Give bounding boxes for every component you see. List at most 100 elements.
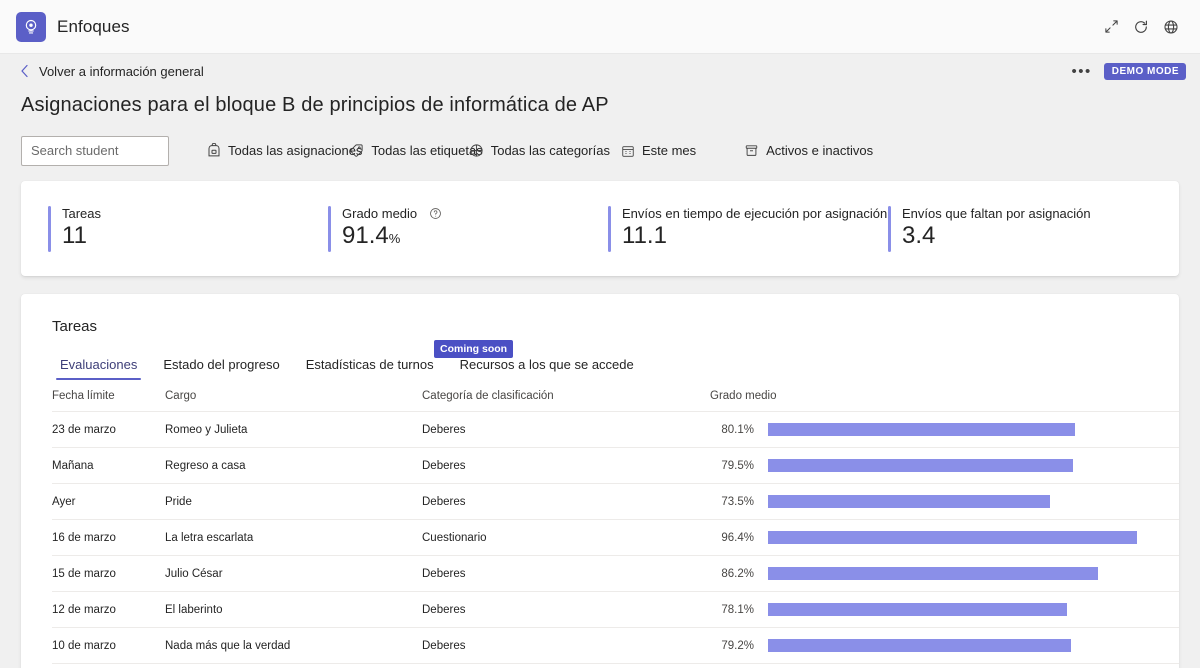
filter-all-tags-label: Todas las etiquetas — [371, 143, 483, 158]
table-row[interactable]: Mañana Regreso a casa Deberes 79.5% — [52, 448, 1179, 484]
kpi-tareas-value: 11 — [62, 222, 87, 250]
filter-this-month-label: Este mes — [641, 143, 697, 158]
cell-cargo: Pride — [165, 495, 192, 508]
column-header-fecha-limite[interactable]: Fecha límite — [52, 390, 165, 402]
grid-header-row: Fecha límite Cargo Categoría de clasific… — [52, 380, 1179, 412]
grade-bar-track — [768, 423, 1151, 436]
back-to-overview-link[interactable]: Volver a información general — [20, 64, 204, 79]
grade-percent-label: 73.5% — [721, 495, 754, 508]
section-title: Tareas — [52, 318, 98, 335]
insights-app-window: Enfoques Volver a información general ••… — [0, 0, 1200, 668]
kpi-accent-bar — [888, 205, 891, 252]
grade-percent-label: 79.2% — [721, 639, 754, 652]
filter-all-categories[interactable]: Todas las categorías — [469, 143, 610, 158]
kpi-envios-tiempo: Envíos en tiempo de ejecución por asigna… — [608, 205, 888, 252]
breadcrumb: Volver a información general ••• DEMO MO… — [0, 54, 1200, 88]
grade-bar-fill — [768, 531, 1138, 544]
cell-categoria: Deberes — [422, 567, 466, 580]
grid-body: 23 de marzo Romeo y Julieta Deberes 80.1% Ma… — [52, 412, 1179, 664]
grade-bar-fill — [768, 459, 1073, 472]
tab-evaluaciones[interactable]: Evaluaciones — [52, 357, 145, 380]
grade-percent-label: 80.1% — [721, 423, 754, 436]
cell-fecha-limite: Mañana — [52, 459, 94, 472]
filter-this-month[interactable]: Este mes — [621, 143, 696, 158]
table-row[interactable]: Ayer Pride Deberes 73.5% — [52, 484, 1179, 520]
grade-percent-label: 86.2% — [721, 567, 754, 580]
cell-grado-medio: 79.2% — [710, 639, 1179, 652]
grade-bar-track — [768, 495, 1151, 508]
kpi-grado-medio-unit: % — [388, 231, 401, 247]
filter-chip-group: Todas las asignaciones Todas las etiquet… — [193, 143, 873, 158]
collapse-icon[interactable] — [1096, 12, 1126, 42]
kpi-envios-tiempo-label: Envíos en tiempo de ejecución por asigna… — [622, 206, 888, 222]
kpi-envios-faltan-label: Envíos que faltan por asignación — [902, 206, 1091, 222]
tab-recursos-accedidos[interactable]: Recursos a los que se accede — [452, 357, 642, 380]
kpi-envios-faltan: Envíos que faltan por asignación 3.4 — [888, 205, 1091, 252]
kpi-envios-faltan-value: 3.4 — [902, 222, 936, 250]
kpi-accent-bar — [608, 205, 611, 252]
grade-percent-label: 78.1% — [721, 603, 754, 616]
grade-bar-track — [768, 567, 1151, 580]
column-header-grado-medio[interactable]: Grado medio — [710, 390, 1179, 402]
kpi-tareas: Tareas 11 — [48, 205, 328, 252]
cell-cargo: Regreso a casa — [165, 459, 246, 472]
demo-mode-badge: DEMO MODE — [1103, 62, 1186, 80]
overflow-menu-button[interactable]: ••• — [1063, 64, 1099, 79]
cell-grado-medio: 80.1% — [710, 423, 1179, 436]
insights-lightbulb-icon — [16, 11, 46, 42]
table-row[interactable]: 23 de marzo Romeo y Julieta Deberes 80.1% — [52, 412, 1179, 448]
kpi-tareas-label: Tareas — [62, 206, 102, 222]
cell-cargo: La letra escarlata — [165, 531, 254, 544]
app-title: Enfoques — [57, 16, 130, 36]
table-row[interactable]: 16 de marzo La letra escarlata Cuestionari… — [52, 520, 1179, 556]
filter-all-tags[interactable]: Todas las etiquetas — [349, 143, 483, 158]
kpi-grado-medio-label: Grado medio — [342, 206, 418, 222]
grade-percent-label: 96.4% — [721, 531, 754, 544]
grade-bar-track — [768, 603, 1151, 616]
cell-fecha-limite: 15 de marzo — [52, 567, 116, 580]
cell-cargo: Julio César — [165, 567, 223, 580]
cell-fecha-limite: 16 de marzo — [52, 531, 116, 544]
cell-cargo: Romeo y Julieta — [165, 423, 248, 436]
cell-categoria: Deberes — [422, 603, 466, 616]
grade-bar-fill — [768, 423, 1075, 436]
table-row[interactable]: 15 de marzo Julio César Deberes 86.2% — [52, 556, 1179, 592]
kpi-envios-tiempo-value: 11.1 — [622, 222, 667, 250]
back-to-overview-label: Volver a información general — [39, 63, 204, 79]
cell-categoria: Deberes — [422, 423, 466, 436]
cell-cargo: El laberinto — [165, 603, 223, 616]
calendar-icon — [621, 144, 635, 158]
table-row[interactable]: 10 de marzo Nada más que la verdad Deberes… — [52, 628, 1179, 664]
filter-all-assignments[interactable]: Todas las asignaciones — [207, 143, 362, 158]
tag-icon — [349, 143, 364, 158]
column-header-cargo[interactable]: Cargo — [165, 390, 422, 402]
cell-grado-medio: 86.2% — [710, 567, 1179, 580]
kpi-grado-medio: Grado medio 91.4% — [328, 205, 608, 252]
kpi-accent-bar — [328, 205, 331, 252]
chevron-left-icon — [21, 64, 28, 78]
refresh-icon[interactable] — [1126, 12, 1156, 42]
grade-bar-track — [768, 531, 1151, 544]
cell-grado-medio: 96.4% — [710, 531, 1179, 544]
filter-active-inactive[interactable]: Activos e inactivos — [744, 143, 873, 158]
cell-fecha-limite: 10 de marzo — [52, 639, 116, 652]
column-header-categoria[interactable]: Categoría de clasificación — [422, 390, 710, 402]
page-title: Asignaciones para el bloque B de princip… — [21, 94, 609, 116]
backpack-icon — [207, 143, 221, 158]
cell-grado-medio: 73.5% — [710, 495, 1179, 508]
table-row[interactable]: 12 de marzo El laberinto Deberes 78.1% — [52, 592, 1179, 628]
cell-categoria: Cuestionario — [422, 531, 487, 544]
tab-estado-del-progreso[interactable]: Estado del progreso — [155, 357, 287, 380]
cell-categoria: Deberes — [422, 639, 466, 652]
tab-estadisticas-de-turnos[interactable]: Estadísticas de turnos — [298, 357, 442, 380]
globe-icon[interactable] — [1156, 12, 1186, 42]
grade-bar-track — [768, 639, 1151, 652]
search-student-input[interactable] — [21, 135, 169, 166]
grade-bar-fill — [768, 567, 1099, 580]
cell-cargo: Nada más que la verdad — [165, 639, 291, 652]
grade-bar-track — [768, 459, 1151, 472]
info-icon[interactable] — [429, 207, 442, 220]
grade-bar-fill — [768, 603, 1068, 616]
kpi-accent-bar — [48, 205, 51, 252]
grade-bar-fill — [768, 495, 1050, 508]
